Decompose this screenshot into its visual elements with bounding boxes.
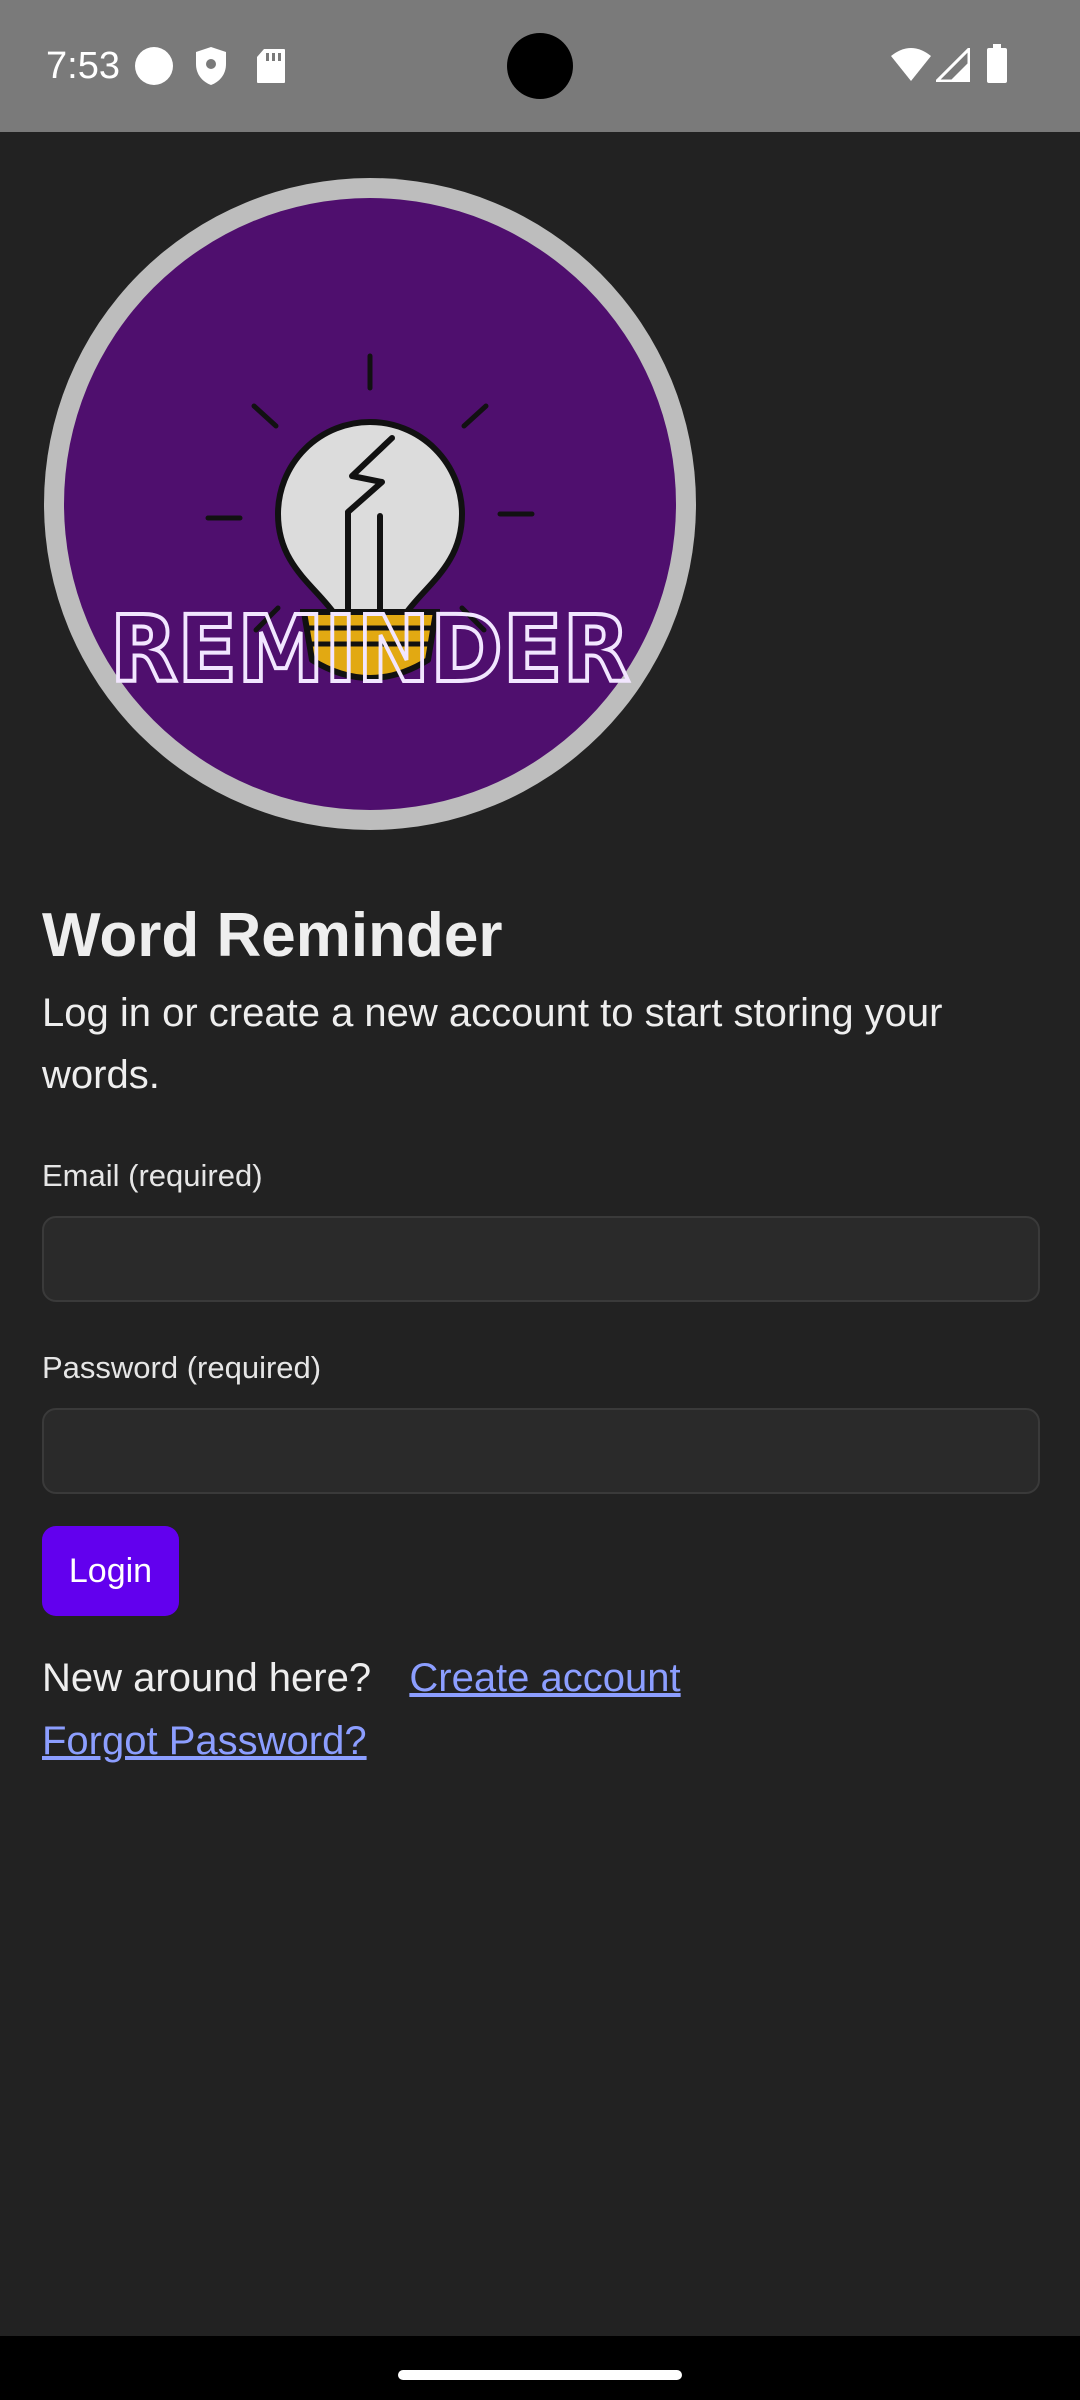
shield-icon xyxy=(196,47,226,85)
battery-icon xyxy=(987,44,1007,83)
login-screen: REMINDER Word Reminder Log in or create … xyxy=(0,132,1080,2336)
page-title: Word Reminder xyxy=(42,901,503,970)
circle-notification-icon xyxy=(135,47,173,85)
sd-card-icon xyxy=(257,49,285,83)
status-time: 7:53 xyxy=(46,45,120,87)
status-bar: 7:53 xyxy=(0,0,1080,132)
new-user-prompt: New around here? xyxy=(42,1656,372,1700)
email-field[interactable] xyxy=(42,1216,1040,1302)
forgot-password-link[interactable]: Forgot Password? xyxy=(42,1715,367,1767)
home-gesture-handle[interactable] xyxy=(398,2370,682,2380)
navigation-bar xyxy=(0,2336,1080,2400)
password-label: Password (required) xyxy=(42,1350,322,1385)
password-field[interactable] xyxy=(42,1408,1040,1494)
login-button[interactable]: Login xyxy=(42,1526,179,1616)
logo-text: REMINDER xyxy=(110,596,630,703)
signup-prompt-row: New around here? Create account xyxy=(42,1652,681,1704)
email-label: Email (required) xyxy=(42,1158,263,1193)
create-account-link[interactable]: Create account xyxy=(409,1656,680,1700)
page-subtitle: Log in or create a new account to start … xyxy=(42,991,943,1097)
camera-cutout xyxy=(507,33,573,99)
reminder-logo: REMINDER xyxy=(44,178,696,830)
cellular-signal-icon xyxy=(936,48,970,82)
wifi-icon xyxy=(891,48,931,81)
